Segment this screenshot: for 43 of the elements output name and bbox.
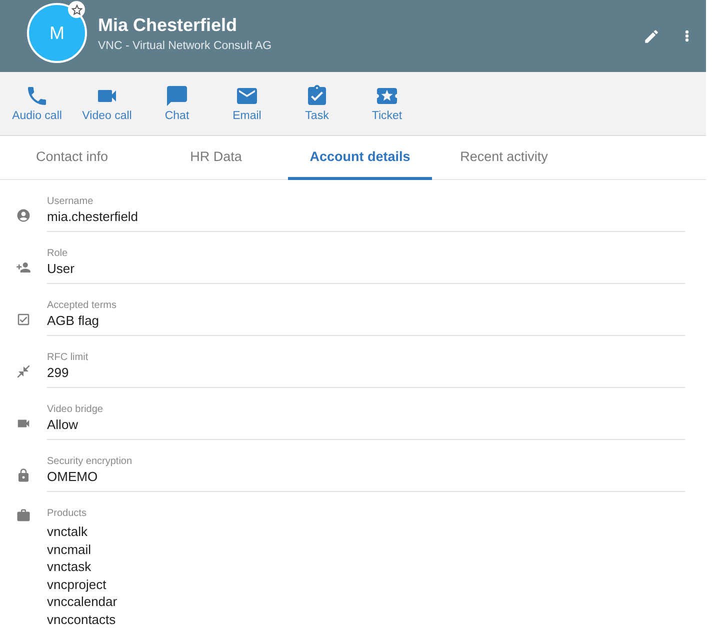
action-button[interactable]: Audio call: [2, 84, 72, 123]
field-label: Products: [47, 508, 86, 520]
tab[interactable]: Account details: [288, 136, 432, 180]
field-value: OMEMO: [47, 468, 98, 485]
action-button[interactable]: Email: [212, 84, 282, 123]
field-label: Video bridge: [47, 404, 103, 416]
company-name: VNC - Virtual Network Consult AG: [98, 39, 272, 54]
tab[interactable]: HR Data: [144, 136, 288, 180]
action-button[interactable]: Chat: [142, 84, 212, 123]
tab[interactable]: Contact info: [0, 136, 144, 180]
field-value: AGB flag: [47, 312, 100, 329]
field-value: User: [47, 260, 74, 277]
avatar: M: [27, 3, 87, 63]
product-name: vncproject: [47, 576, 106, 594]
product-name: vnctalk: [47, 523, 88, 541]
field-label: Accepted terms: [47, 300, 116, 312]
field-value: mia.chesterfield: [47, 208, 138, 225]
person-plus-icon: [16, 260, 31, 275]
action-button[interactable]: Task: [282, 84, 352, 123]
product-name: vnccalendar: [47, 593, 118, 611]
field-label: Username: [47, 196, 94, 208]
action-button[interactable]: Video call: [72, 84, 142, 123]
field-label: RFC limit: [47, 352, 88, 364]
arrows-inward-icon: [16, 364, 31, 379]
field-value: 299: [47, 364, 69, 381]
more-vertical-icon: [685, 30, 689, 42]
star-icon[interactable]: [68, 1, 85, 18]
product-name: vnccontacts: [47, 610, 116, 629]
chat-bubble-icon: [165, 84, 189, 108]
product-name: vnctask: [47, 558, 92, 576]
pencil-icon: [642, 28, 660, 44]
field-label: Role: [47, 248, 68, 260]
clipboard-check-icon: [305, 84, 329, 108]
product-name: vncmail: [47, 540, 92, 558]
checkbox-icon: [16, 312, 31, 327]
field-label: Security encryption: [47, 456, 132, 468]
field-value: Allow: [47, 416, 78, 433]
tab[interactable]: Recent activity: [432, 136, 576, 180]
contact-name: Mia Chesterfield: [98, 14, 238, 36]
action-button[interactable]: Ticket: [352, 84, 422, 123]
lock-icon: [16, 468, 31, 483]
phone-icon: [25, 84, 49, 108]
briefcase-icon: [16, 508, 31, 523]
